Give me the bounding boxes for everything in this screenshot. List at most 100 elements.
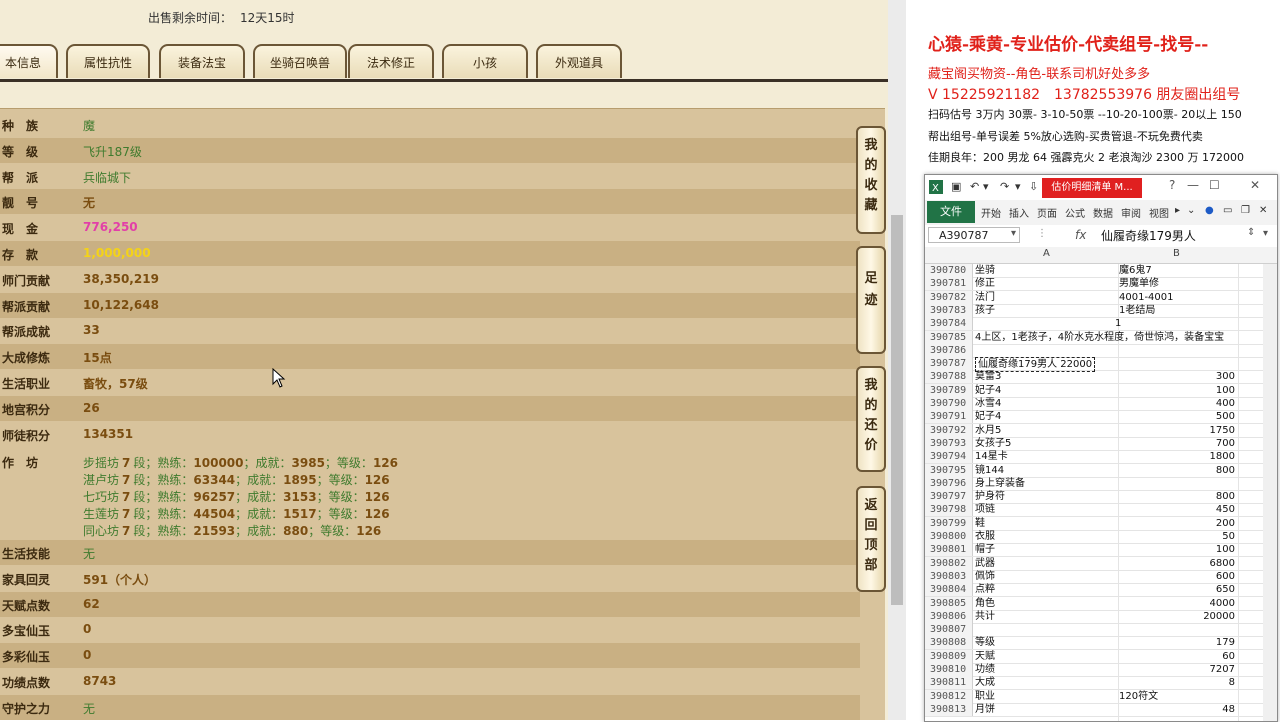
row-number[interactable]: 390797 [925, 490, 973, 504]
row-number[interactable]: 390782 [925, 290, 973, 304]
row-number[interactable]: 390780 [925, 264, 973, 277]
cell-b[interactable]: 1750 [1119, 424, 1235, 437]
cell-a[interactable]: 法门 [975, 291, 995, 304]
cell-a[interactable]: 项链 [975, 503, 995, 516]
ribbon-tab-home[interactable]: 开始 [981, 205, 1001, 220]
chevron-down-icon[interactable]: ▾ [1011, 228, 1016, 239]
row-number[interactable]: 390792 [925, 423, 973, 437]
restore-icon[interactable]: ❐ [1241, 205, 1250, 216]
row-number[interactable]: 390803 [925, 569, 973, 583]
row-number[interactable]: 390786 [925, 343, 973, 357]
cell-a[interactable]: 女孩子5 [975, 437, 1011, 450]
ribbon-tab-view[interactable]: 视图 [1149, 205, 1169, 220]
ribbon-scroll-right-icon[interactable]: ▸ [1175, 205, 1180, 216]
cell-a[interactable]: 妃子4 [975, 410, 1001, 423]
cell-a[interactable]: 14星卡 [975, 450, 1008, 463]
row-number[interactable]: 390790 [925, 397, 973, 410]
undo-icon[interactable]: ↶ [970, 180, 979, 193]
help-icon[interactable]: ● [1205, 205, 1214, 216]
column-header-b[interactable]: B [1173, 248, 1180, 259]
cell-a[interactable]: 职业 [975, 690, 995, 703]
row-number[interactable]: 390781 [925, 277, 973, 291]
page-scrollbar[interactable] [888, 0, 906, 720]
minimize-icon[interactable]: — [1187, 178, 1199, 192]
cell-b[interactable]: 8 [1119, 676, 1235, 689]
cell-a[interactable]: 天赋 [975, 650, 995, 663]
footprint-button[interactable]: 足迹 [856, 246, 886, 354]
cell-b[interactable]: 200 [1119, 517, 1235, 530]
row-number[interactable]: 390807 [925, 623, 973, 637]
cell-a[interactable]: 衣服 [975, 530, 995, 543]
cell-a[interactable]: 妃子4 [975, 384, 1001, 397]
ribbon-tab-data[interactable]: 数据 [1093, 205, 1113, 220]
row-number[interactable]: 390784 [925, 317, 973, 331]
back-to-top-button[interactable]: 返回顶部 [856, 486, 886, 592]
row-number[interactable]: 390785 [925, 330, 973, 344]
cell-b[interactable]: 60 [1119, 650, 1235, 663]
cell-b[interactable]: 800 [1119, 490, 1235, 503]
dropdown-icon[interactable]: ▾ [983, 180, 989, 193]
row-number[interactable]: 390798 [925, 503, 973, 517]
row-number[interactable]: 390809 [925, 649, 973, 663]
row-number[interactable]: 390793 [925, 436, 973, 450]
tab-equipment[interactable]: 装备法宝 [159, 44, 245, 78]
cell-b[interactable]: 650 [1119, 583, 1235, 596]
cell-a[interactable]: 武器 [975, 557, 995, 570]
dropdown-icon[interactable]: ▾ [1015, 180, 1021, 193]
chevron-down-icon[interactable]: ▾ [1263, 228, 1268, 239]
cell-a[interactable]: 共计 [975, 610, 995, 623]
save-icon[interactable]: ▣ [951, 180, 961, 193]
cell-b[interactable]: 600 [1119, 570, 1235, 583]
cell-a[interactable]: 佩饰 [975, 570, 995, 583]
help-icon[interactable]: ? [1169, 178, 1175, 192]
my-favorites-button[interactable]: 我的收藏 [856, 126, 886, 234]
cell-a[interactable]: 镜144 [975, 464, 1004, 477]
cell-b[interactable]: 20000 [1119, 610, 1235, 623]
cell-b[interactable]: 1老结局 [1119, 304, 1235, 317]
row-number[interactable]: 390796 [925, 476, 973, 490]
row-number[interactable]: 390795 [925, 463, 973, 477]
cell-a[interactable]: 修正 [975, 277, 995, 290]
row-number[interactable]: 390789 [925, 383, 973, 397]
row-number[interactable]: 390801 [925, 543, 973, 557]
tab-mounts-pets[interactable]: 坐骑召唤兽 [253, 44, 347, 78]
cell-b[interactable]: 50 [1119, 530, 1235, 543]
cell-b[interactable]: 300 [1119, 370, 1235, 383]
row-number[interactable]: 390804 [925, 583, 973, 597]
cell-a[interactable]: 孩子 [975, 304, 995, 317]
row-number[interactable]: 390791 [925, 410, 973, 424]
cell-a[interactable]: 鞋 [975, 517, 985, 530]
cell-a[interactable]: 功绩 [975, 663, 995, 676]
cell-b[interactable]: 48 [1119, 703, 1235, 716]
row-number[interactable]: 390787 [925, 357, 973, 371]
row-number[interactable]: 390805 [925, 596, 973, 610]
maximize-icon[interactable]: ☐ [1209, 178, 1220, 192]
cell-b[interactable]: 450 [1119, 503, 1235, 516]
ribbon-tab-formulas[interactable]: 公式 [1065, 205, 1085, 220]
close-icon[interactable]: ✕ [1259, 205, 1267, 216]
cell-a[interactable]: 1 [975, 317, 1121, 330]
cell-a[interactable]: 4上区，1老孩子，4阶水克水程度，倚世惊鸿，装备宝宝 [975, 331, 1224, 344]
row-number[interactable]: 390800 [925, 530, 973, 543]
cell-b[interactable]: 4000 [1119, 597, 1235, 610]
row-number[interactable]: 390794 [925, 450, 973, 464]
cell-a[interactable]: 角色 [975, 597, 995, 610]
cell-b[interactable]: 6800 [1119, 557, 1235, 570]
row-number[interactable]: 390806 [925, 609, 973, 623]
cell-b[interactable]: 100 [1119, 543, 1235, 556]
scrollbar-thumb[interactable] [891, 215, 903, 605]
cell-a[interactable]: 月饼 [975, 703, 995, 716]
sheet-scrollbar[interactable] [1263, 264, 1277, 721]
tab-basic-info[interactable]: 本信息 [0, 44, 58, 78]
cell-a[interactable]: 水月5 [975, 424, 1001, 437]
ribbon-tab-page[interactable]: 页面 [1037, 205, 1057, 220]
row-number[interactable]: 390808 [925, 636, 973, 650]
ribbon-file-tab[interactable]: 文件 [927, 201, 975, 223]
cell-a[interactable]: 冰雪4 [975, 397, 1001, 410]
row-number[interactable]: 390812 [925, 689, 973, 703]
redo-icon[interactable]: ↷ [1000, 180, 1009, 193]
cell-b[interactable]: 魔6鬼7 [1119, 264, 1235, 277]
formula-input[interactable]: 仙履奇缘179男人 [1101, 227, 1196, 244]
cell-b[interactable]: 男魔单修 [1119, 277, 1235, 290]
my-counteroffer-button[interactable]: 我的还价 [856, 366, 886, 472]
